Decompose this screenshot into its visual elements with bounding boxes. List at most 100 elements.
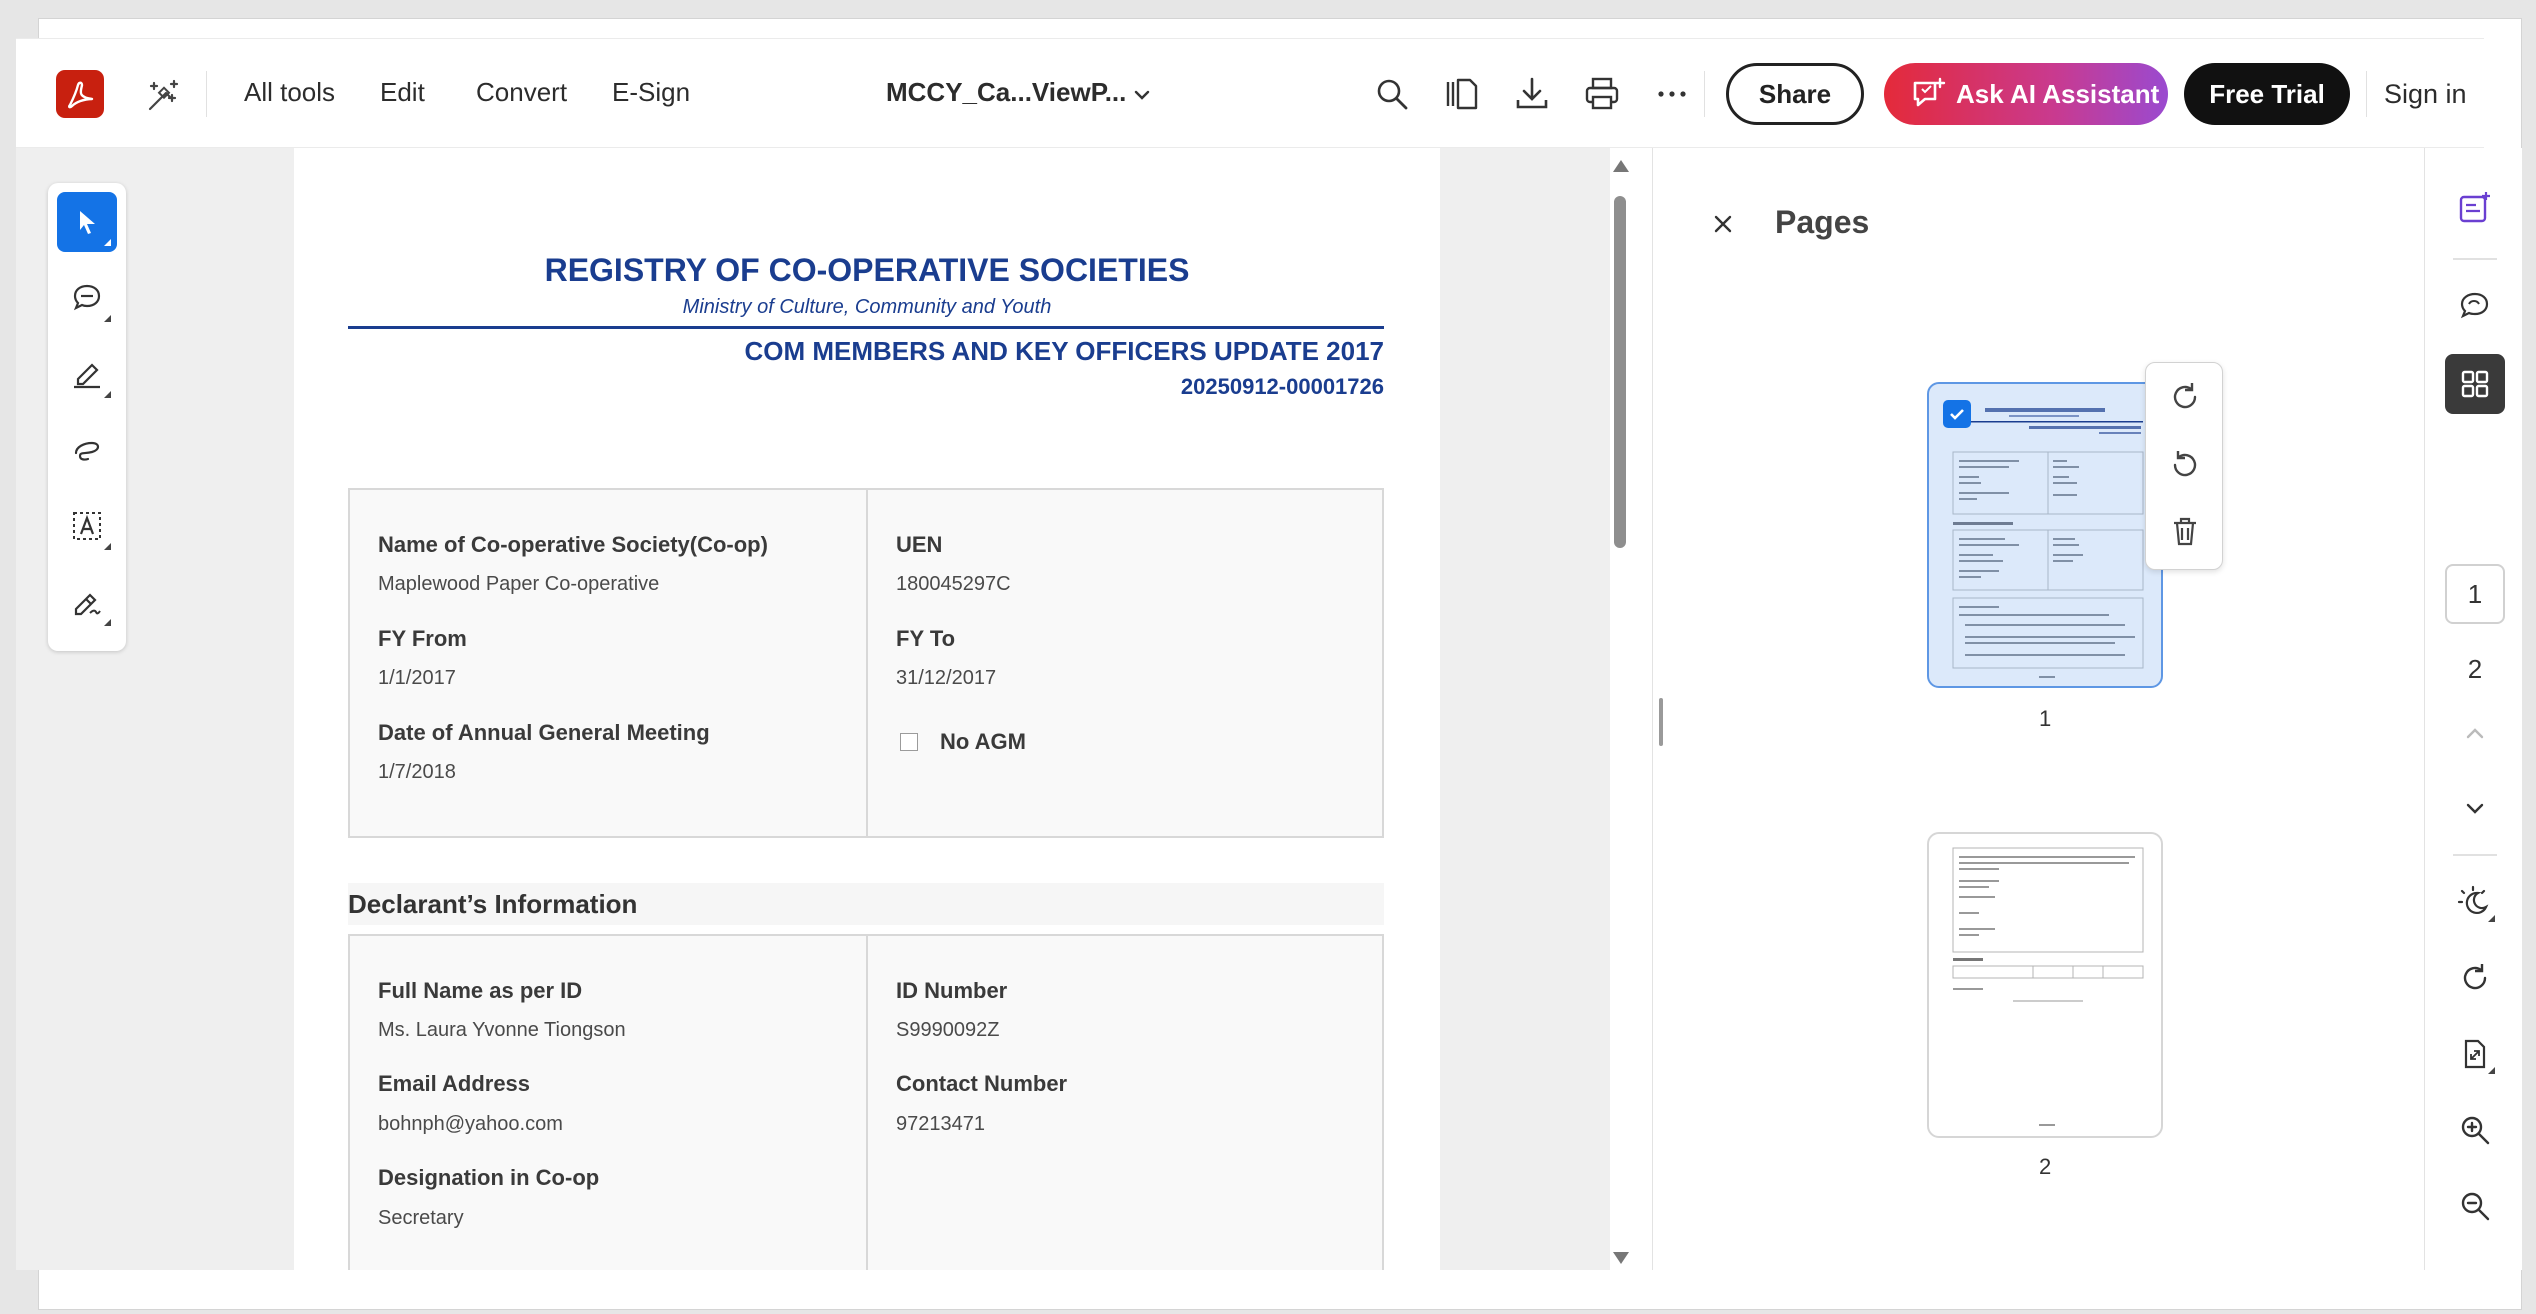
document-scrollbar[interactable] bbox=[1610, 148, 1630, 1270]
generative-tools-icon[interactable] bbox=[144, 75, 184, 115]
signature-pen-icon bbox=[74, 593, 101, 616]
page-fit-icon bbox=[2464, 1039, 2486, 1069]
ai-summary-button[interactable] bbox=[2445, 178, 2505, 238]
rotate-clockwise-icon[interactable] bbox=[2165, 377, 2205, 417]
email-value: bohnph@yahoo.com bbox=[378, 1113, 563, 1135]
comment-tool-button[interactable] bbox=[57, 268, 117, 328]
toolbar-divider bbox=[2366, 71, 2367, 117]
right-tool-rail: 1 2 bbox=[2424, 148, 2522, 1270]
page-thumbnail-label-2: 2 bbox=[2039, 1154, 2052, 1179]
organize-pages-icon[interactable] bbox=[1442, 74, 1482, 114]
print-icon[interactable] bbox=[1582, 74, 1622, 114]
scroll-up-arrow-icon[interactable] bbox=[1613, 160, 1629, 172]
designation-label: Designation in Co-op bbox=[378, 1165, 600, 1190]
toolbar-divider bbox=[1704, 71, 1705, 117]
uen-value: 180045297C bbox=[896, 573, 1011, 595]
comment-icon bbox=[73, 284, 101, 311]
document-title[interactable]: MCCY_Ca...ViewP... bbox=[886, 77, 1126, 108]
fy-from-label: FY From bbox=[378, 626, 467, 651]
ask-ai-assistant-button[interactable]: Ask AI Assistant bbox=[1884, 63, 2168, 125]
column-divider bbox=[866, 936, 868, 1270]
rotate-counterclockwise-icon[interactable] bbox=[2165, 445, 2205, 485]
contact-number-label: Contact Number bbox=[896, 1071, 1068, 1096]
top-toolbar: All tools Edit Convert E-Sign MCCY_Ca...… bbox=[16, 38, 2484, 148]
page-fit-button[interactable] bbox=[2445, 1024, 2505, 1084]
menu-all-tools[interactable]: All tools bbox=[244, 77, 335, 108]
current-page-indicator[interactable]: 1 bbox=[2445, 564, 2505, 624]
document-viewer[interactable]: REGISTRY OF CO-OPERATIVE SOCIETIES Minis… bbox=[16, 148, 1626, 1270]
pdf-page[interactable]: REGISTRY OF CO-OPERATIVE SOCIETIES Minis… bbox=[294, 148, 1440, 1270]
rotate-view-button[interactable] bbox=[2445, 948, 2505, 1008]
text-box-icon bbox=[73, 512, 101, 540]
declarant-section-heading: Declarant’s Information bbox=[348, 883, 1384, 925]
pages-panel-button[interactable] bbox=[2445, 354, 2505, 414]
chevron-down-icon bbox=[2466, 803, 2484, 814]
page-2-preview bbox=[1952, 847, 2144, 1126]
uen-label: UEN bbox=[896, 532, 943, 557]
page-number-2[interactable]: 2 bbox=[2445, 654, 2505, 685]
scrollbar-thumb[interactable] bbox=[1614, 196, 1626, 548]
highlight-tool-button[interactable] bbox=[57, 344, 117, 404]
draw-tool-button[interactable] bbox=[57, 420, 117, 480]
quick-tools-rail bbox=[48, 183, 126, 651]
ai-assistant-icon bbox=[1913, 77, 1946, 107]
thumbnail-actions-menu bbox=[2145, 362, 2223, 570]
fy-to-label: FY To bbox=[896, 626, 956, 651]
pages-panel: Pages 1 2 bbox=[1652, 148, 2424, 1270]
delete-trash-icon[interactable] bbox=[2165, 511, 2205, 551]
close-icon[interactable] bbox=[1711, 212, 1735, 236]
page-thumbnail-2[interactable] bbox=[1927, 832, 2163, 1138]
fy-to-value: 31/12/2017 bbox=[896, 667, 997, 689]
page-1-preview bbox=[1952, 408, 2144, 678]
rotate-icon bbox=[2463, 964, 2487, 990]
share-button[interactable]: Share bbox=[1726, 63, 1864, 125]
zoom-in-button[interactable] bbox=[2445, 1100, 2505, 1160]
panel-resize-handle[interactable] bbox=[1659, 698, 1663, 746]
fy-from-value: 1/1/2017 bbox=[378, 667, 456, 689]
ask-ai-assistant-label: Ask AI Assistant bbox=[1956, 78, 2160, 109]
form-title: COM MEMBERS AND KEY OFFICERS UPDATE 2017 bbox=[744, 336, 1384, 366]
cursor-arrow-icon bbox=[80, 211, 95, 234]
menu-esign[interactable]: E-Sign bbox=[612, 77, 690, 108]
comments-icon bbox=[2460, 292, 2489, 319]
agm-date-label: Date of Annual General Meeting bbox=[378, 720, 710, 745]
id-number-label: ID Number bbox=[896, 978, 1008, 1003]
scroll-down-arrow-icon[interactable] bbox=[1613, 1252, 1629, 1264]
free-trial-button[interactable]: Free Trial bbox=[2184, 63, 2350, 125]
previous-page-button[interactable] bbox=[2445, 704, 2505, 764]
more-options-icon[interactable] bbox=[1652, 74, 1692, 114]
ministry-subtitle: Ministry of Culture, Community and Youth bbox=[682, 296, 1052, 318]
menu-convert[interactable]: Convert bbox=[476, 77, 567, 108]
no-agm-checkbox[interactable] bbox=[900, 733, 918, 751]
ai-summary-icon bbox=[2459, 192, 2490, 223]
rail-divider bbox=[2453, 258, 2497, 260]
rail-divider bbox=[2453, 854, 2497, 856]
checkmark-icon[interactable] bbox=[1943, 400, 1971, 428]
zoom-out-button[interactable] bbox=[2445, 1176, 2505, 1236]
page-thumbnail-label-1: 1 bbox=[2039, 706, 2052, 731]
zoom-out-icon bbox=[2461, 1192, 2490, 1221]
id-number-value: S9990092Z bbox=[896, 1019, 1000, 1041]
zoom-in-icon bbox=[2461, 1116, 2490, 1145]
freehand-draw-icon bbox=[74, 441, 100, 461]
coop-name-label: Name of Co-operative Society(Co-op) bbox=[378, 532, 768, 557]
page-thumbnail-1[interactable] bbox=[1927, 382, 2163, 688]
acrobat-logo-icon[interactable] bbox=[56, 70, 104, 118]
comments-panel-button[interactable] bbox=[2445, 276, 2505, 336]
next-page-button[interactable] bbox=[2445, 778, 2505, 838]
display-mode-button[interactable] bbox=[2445, 872, 2505, 932]
select-tool-button[interactable] bbox=[57, 192, 117, 252]
sign-in-link[interactable]: Sign in bbox=[2384, 79, 2467, 110]
declarant-section: Full Name as per ID Ms. Laura Yvonne Tio… bbox=[348, 934, 1384, 1270]
page-grid-icon bbox=[2461, 370, 2489, 398]
sign-tool-button[interactable] bbox=[57, 572, 117, 632]
text-box-tool-button[interactable] bbox=[57, 496, 117, 556]
chevron-up-icon bbox=[2466, 728, 2484, 739]
highlighter-icon bbox=[74, 363, 100, 389]
menu-edit[interactable]: Edit bbox=[380, 77, 425, 108]
form-reference-id: 20250912-00001726 bbox=[1180, 374, 1384, 399]
chevron-down-icon[interactable] bbox=[1128, 81, 1156, 109]
coop-name-value: Maplewood Paper Co-operative bbox=[378, 573, 660, 595]
download-icon[interactable] bbox=[1512, 74, 1552, 114]
search-icon[interactable] bbox=[1372, 74, 1412, 114]
